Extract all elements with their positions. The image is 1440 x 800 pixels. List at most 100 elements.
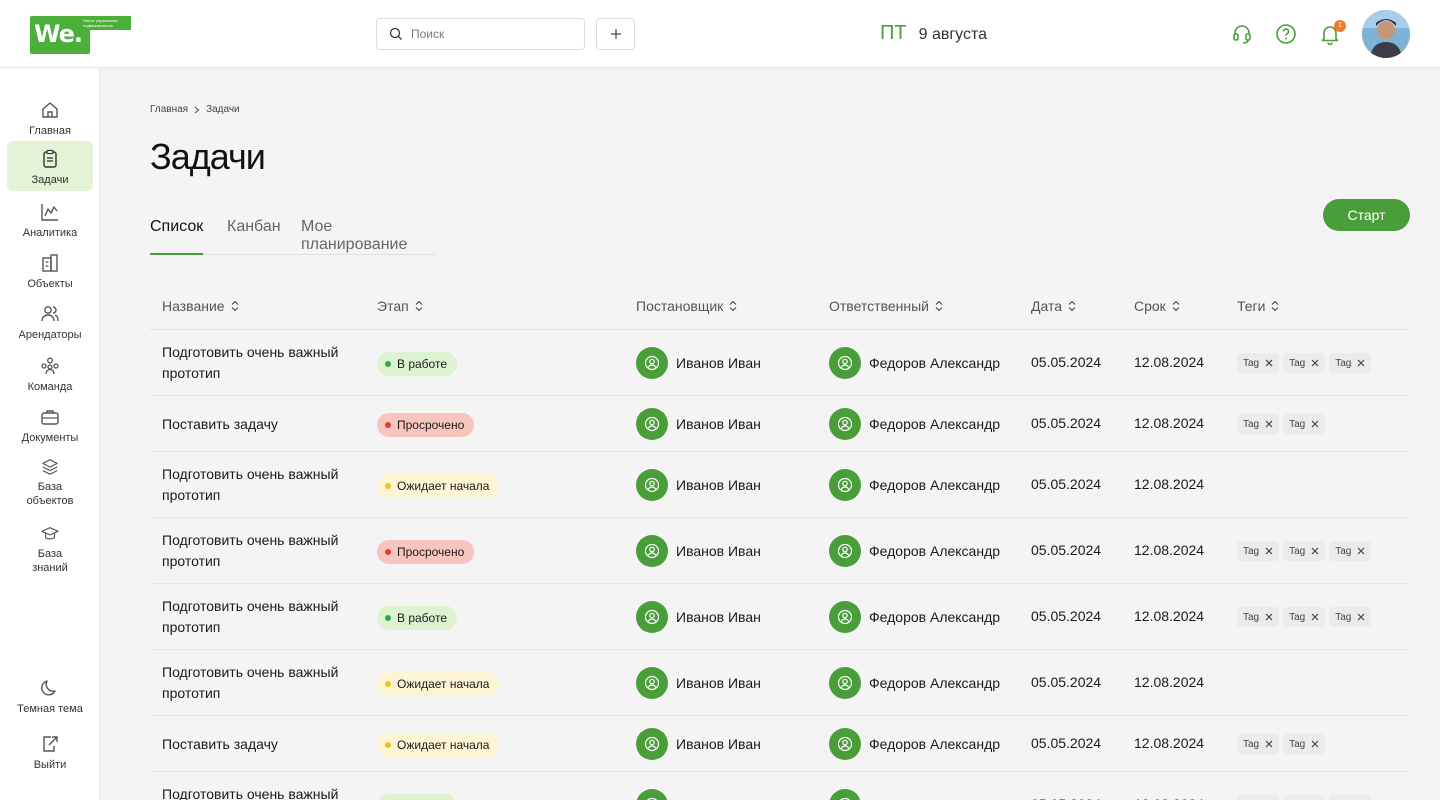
close-icon[interactable] xyxy=(1311,420,1319,428)
tag-chip[interactable]: Tag xyxy=(1329,795,1372,800)
tag-chip[interactable]: Tag xyxy=(1329,541,1372,561)
sidebar-item-documents[interactable]: Документы xyxy=(7,399,93,445)
close-icon[interactable] xyxy=(1265,359,1273,367)
task-author[interactable]: Иванов Иван xyxy=(636,469,761,501)
close-icon[interactable] xyxy=(1311,613,1319,621)
close-icon[interactable] xyxy=(1265,547,1273,555)
task-assignee[interactable]: Федоров Александр xyxy=(829,789,1000,800)
sidebar-item-home[interactable]: Главная xyxy=(7,92,93,138)
sidebar-item-objects[interactable]: Объекты xyxy=(7,245,93,291)
user-avatar[interactable] xyxy=(1362,10,1410,58)
close-icon[interactable] xyxy=(1265,420,1273,428)
search-box[interactable] xyxy=(376,18,585,50)
user-icon xyxy=(837,477,853,493)
sidebar-item-team[interactable]: Команда xyxy=(7,348,93,394)
sidebar-item-objects-base[interactable]: База объектов xyxy=(7,450,93,508)
question-icon xyxy=(1276,24,1296,44)
logo[interactable]: We. Умное управление недвижимостью xyxy=(30,14,132,54)
task-author[interactable]: Иванов Иван xyxy=(636,347,761,379)
tag-chip[interactable]: Tag xyxy=(1283,795,1326,800)
tab-list[interactable]: Список xyxy=(150,218,203,255)
tag-chip[interactable]: Tag xyxy=(1329,607,1372,627)
task-name[interactable]: Подготовить очень важный прототип xyxy=(162,784,352,800)
close-icon[interactable] xyxy=(1357,359,1365,367)
close-icon[interactable] xyxy=(1311,359,1319,367)
task-assignee[interactable]: Федоров Александр xyxy=(829,601,1000,633)
tab-my-planning[interactable]: Мое планирование xyxy=(301,218,436,255)
column-header[interactable]: Ответственный xyxy=(829,298,943,314)
logout-button[interactable]: Выйти xyxy=(7,726,93,776)
column-header[interactable]: Дата xyxy=(1031,298,1076,314)
task-author[interactable]: Иванов Иван xyxy=(636,728,761,760)
tab-kanban[interactable]: Канбан xyxy=(227,218,281,255)
sidebar-item-tasks[interactable]: Задачи xyxy=(7,141,93,191)
task-name[interactable]: Подготовить очень важный прототип xyxy=(162,662,352,704)
tag-chip[interactable]: Tag xyxy=(1283,541,1326,561)
table-row[interactable]: Подготовить очень важный прототип Просроч… xyxy=(150,518,1408,584)
task-assignee[interactable]: Федоров Александр xyxy=(829,469,1000,501)
help-button[interactable] xyxy=(1274,22,1298,46)
column-header[interactable]: Теги xyxy=(1237,298,1279,314)
task-name[interactable]: Поставить задачу xyxy=(162,734,352,755)
tag-chip[interactable]: Tag xyxy=(1283,353,1326,373)
add-button[interactable] xyxy=(596,18,635,50)
tag-chip[interactable]: Tag xyxy=(1237,414,1280,434)
tag-chip[interactable]: Tag xyxy=(1237,734,1280,754)
search-icon xyxy=(389,27,402,40)
task-author[interactable]: Иванов Иван xyxy=(636,667,761,699)
table-row[interactable]: Подготовить очень важный прототип В работ… xyxy=(150,330,1408,396)
task-name[interactable]: Подготовить очень важный прототип xyxy=(162,530,352,572)
task-author[interactable]: Иванов Иван xyxy=(636,408,761,440)
tag-chip[interactable]: Tag xyxy=(1329,353,1372,373)
task-assignee[interactable]: Федоров Александр xyxy=(829,728,1000,760)
start-button[interactable]: Старт xyxy=(1323,199,1410,231)
stage-label: Ожидает начала xyxy=(397,677,490,691)
close-icon[interactable] xyxy=(1311,740,1319,748)
support-button[interactable] xyxy=(1230,22,1254,46)
notifications-button[interactable]: 1 xyxy=(1318,20,1346,46)
task-name[interactable]: Поставить задачу xyxy=(162,414,352,435)
tag-chip[interactable]: Tag xyxy=(1237,607,1280,627)
tag-chip[interactable]: Tag xyxy=(1237,353,1280,373)
close-icon[interactable] xyxy=(1265,740,1273,748)
column-header[interactable]: Срок xyxy=(1134,298,1180,314)
close-icon[interactable] xyxy=(1265,613,1273,621)
task-assignee[interactable]: Федоров Александр xyxy=(829,535,1000,567)
sidebar-item-analytics[interactable]: Аналитика xyxy=(7,194,93,240)
table-row[interactable]: Подготовить очень важный прототип В работ… xyxy=(150,584,1408,650)
column-header[interactable]: Постановщик xyxy=(636,298,737,314)
date-day-month: 9 августа xyxy=(918,26,988,43)
close-icon[interactable] xyxy=(1357,547,1365,555)
task-assignee[interactable]: Федоров Александр xyxy=(829,408,1000,440)
tag-chip[interactable]: Tag xyxy=(1283,607,1326,627)
task-name[interactable]: Подготовить очень важный прототип xyxy=(162,596,352,638)
task-author[interactable]: Иванов Иван xyxy=(636,789,761,800)
person-avatar xyxy=(829,789,861,800)
sidebar-item-tenants[interactable]: Арендаторы xyxy=(7,296,93,346)
tag-chip[interactable]: Tag xyxy=(1237,795,1280,800)
task-name[interactable]: Подготовить очень важный прототип xyxy=(162,464,352,506)
tag-chip[interactable]: Tag xyxy=(1237,541,1280,561)
sidebar-item-knowledge-base[interactable]: База знаний xyxy=(7,517,93,575)
tag-chip[interactable]: Tag xyxy=(1283,414,1326,434)
table-row[interactable]: Подготовить очень важный прототип В работ… xyxy=(150,772,1408,800)
close-icon[interactable] xyxy=(1311,547,1319,555)
table-row[interactable]: Поставить задачу Просрочено Иванов Иван Фед… xyxy=(150,396,1408,452)
breadcrumb-home[interactable]: Главная xyxy=(150,104,188,115)
task-assignee[interactable]: Федоров Александр xyxy=(829,347,1000,379)
table-row[interactable]: Поставить задачу Ожидает начала Иванов Ива… xyxy=(150,716,1408,772)
task-author[interactable]: Иванов Иван xyxy=(636,601,761,633)
sidebar-item-label: Задачи xyxy=(31,174,69,186)
search-input[interactable] xyxy=(411,27,571,41)
table-row[interactable]: Подготовить очень важный прототип Ожидает… xyxy=(150,650,1408,716)
column-header[interactable]: Название xyxy=(162,298,239,314)
column-header[interactable]: Этап xyxy=(377,298,423,314)
table-row[interactable]: Подготовить очень важный прототип Ожидает… xyxy=(150,452,1408,518)
tag-chip[interactable]: Tag xyxy=(1283,734,1326,754)
close-icon[interactable] xyxy=(1357,613,1365,621)
theme-toggle[interactable]: Темная тема xyxy=(7,670,93,720)
task-date: 05.05.2024 xyxy=(1031,608,1102,624)
task-author[interactable]: Иванов Иван xyxy=(636,535,761,567)
task-assignee[interactable]: Федоров Александр xyxy=(829,667,1000,699)
task-name[interactable]: Подготовить очень важный прототип xyxy=(162,342,352,384)
